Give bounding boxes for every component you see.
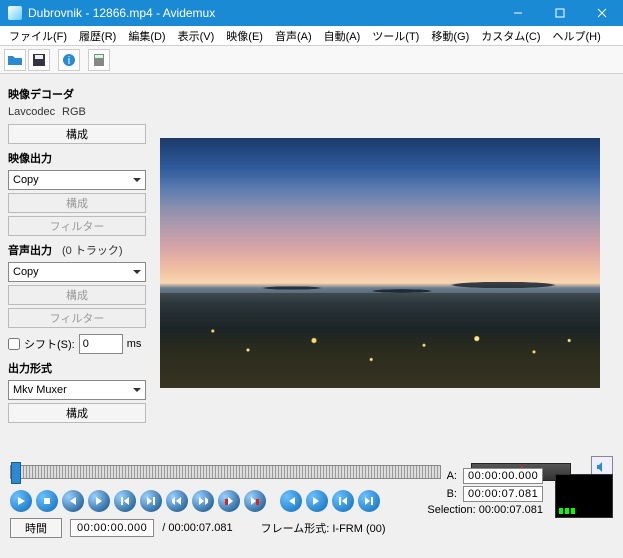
goto-start-button[interactable]: [332, 490, 354, 512]
set-b-button[interactable]: [244, 490, 266, 512]
menu-view[interactable]: 表示(V): [173, 26, 220, 46]
next-frame-button[interactable]: [88, 490, 110, 512]
menu-auto[interactable]: 自動(A): [319, 26, 366, 46]
audio-shift-row: シフト(S): 0 ms: [8, 334, 152, 354]
menu-audio[interactable]: 音声(A): [270, 26, 317, 46]
minimize-button[interactable]: [497, 0, 539, 26]
goto-end-button[interactable]: [358, 490, 380, 512]
save-icon[interactable]: [28, 49, 50, 71]
preview-area: [160, 74, 623, 444]
shift-unit: ms: [127, 338, 142, 350]
prev-keyframe-button[interactable]: [114, 490, 136, 512]
current-time[interactable]: 00:00:00.000: [70, 519, 154, 537]
decoder-config-button[interactable]: 構成: [8, 124, 146, 144]
play-button[interactable]: [10, 490, 32, 512]
frame-type: フレーム形式: I-FRM (00): [261, 520, 386, 536]
stop-button[interactable]: [36, 490, 58, 512]
output-format-title: 出力形式: [8, 360, 152, 376]
video-filters-button[interactable]: フィルター: [8, 216, 146, 236]
shift-checkbox[interactable]: [8, 338, 20, 350]
goto-a-button[interactable]: [280, 490, 302, 512]
shift-label: シフト(S):: [24, 336, 75, 352]
window-title: Dubrovnik - 12866.mp4 - Avidemux: [28, 6, 497, 20]
a-timecode: 00:00:00.000: [463, 468, 543, 484]
selection-text: Selection: 00:00:07.081: [427, 504, 543, 516]
next-keyframe-button[interactable]: [140, 490, 162, 512]
menu-custom[interactable]: カスタム(C): [476, 26, 545, 46]
menu-file[interactable]: ファイル(F): [4, 26, 72, 46]
thumbnail-preview: [555, 474, 613, 518]
shift-spinner[interactable]: 0: [79, 334, 123, 354]
audio-config-button[interactable]: 構成: [8, 285, 146, 305]
menu-history[interactable]: 履歴(R): [74, 26, 121, 46]
output-config-button[interactable]: 構成: [8, 403, 146, 423]
menubar: ファイル(F) 履歴(R) 編集(D) 表示(V) 映像(E) 音声(A) 自動…: [0, 26, 623, 46]
prev-frame-button[interactable]: [62, 490, 84, 512]
video-config-button[interactable]: 構成: [8, 193, 146, 213]
menu-help[interactable]: ヘルプ(H): [548, 26, 606, 46]
total-time: / 00:00:07.081: [162, 522, 232, 534]
set-a-button[interactable]: [218, 490, 240, 512]
menu-video[interactable]: 映像(E): [221, 26, 268, 46]
sidebar: 映像デコーダ LavcodecRGB 構成 映像出力 Copy 構成 フィルター…: [0, 74, 160, 444]
a-label: A:: [447, 470, 457, 482]
video-output-select[interactable]: Copy: [8, 170, 146, 190]
audio-output-title: 音声出力(0 トラック): [8, 242, 152, 258]
status-bar: 時間 00:00:00.000 / 00:00:07.081 フレーム形式: I…: [10, 518, 613, 538]
open-icon[interactable]: [4, 49, 26, 71]
timeline-track[interactable]: [10, 465, 441, 479]
menu-go[interactable]: 移動(G): [426, 26, 474, 46]
calculator-icon[interactable]: [88, 49, 110, 71]
titlebar: Dubrovnik - 12866.mp4 - Avidemux: [0, 0, 623, 26]
output-format-select[interactable]: Mkv Muxer: [8, 380, 146, 400]
prev-black-button[interactable]: [166, 490, 188, 512]
maximize-button[interactable]: [539, 0, 581, 26]
audio-output-select[interactable]: Copy: [8, 262, 146, 282]
next-black-button[interactable]: [192, 490, 214, 512]
b-label: B:: [447, 488, 457, 500]
app-icon: [8, 6, 22, 20]
decoder-title: 映像デコーダ: [8, 86, 152, 102]
video-output-title: 映像出力: [8, 150, 152, 166]
b-timecode: 00:00:07.081: [463, 486, 543, 502]
audio-filters-button[interactable]: フィルター: [8, 308, 146, 328]
menu-tools[interactable]: ツール(T): [367, 26, 424, 46]
toolbar: i: [0, 46, 623, 74]
close-button[interactable]: [581, 0, 623, 26]
svg-text:i: i: [68, 55, 70, 67]
time-button[interactable]: 時間: [10, 518, 62, 538]
ab-panel: A: 00:00:00.000 B: 00:00:07.081 Selection:…: [427, 466, 543, 516]
video-preview: [160, 138, 600, 388]
menu-edit[interactable]: 編集(D): [123, 26, 170, 46]
bottom-panel: A: 00:00:00.000 B: 00:00:07.081 Selection:…: [0, 444, 623, 538]
timeline-handle[interactable]: [11, 462, 21, 484]
decoder-info: LavcodecRGB: [8, 106, 152, 118]
info-icon[interactable]: i: [58, 49, 80, 71]
goto-b-button[interactable]: [306, 490, 328, 512]
